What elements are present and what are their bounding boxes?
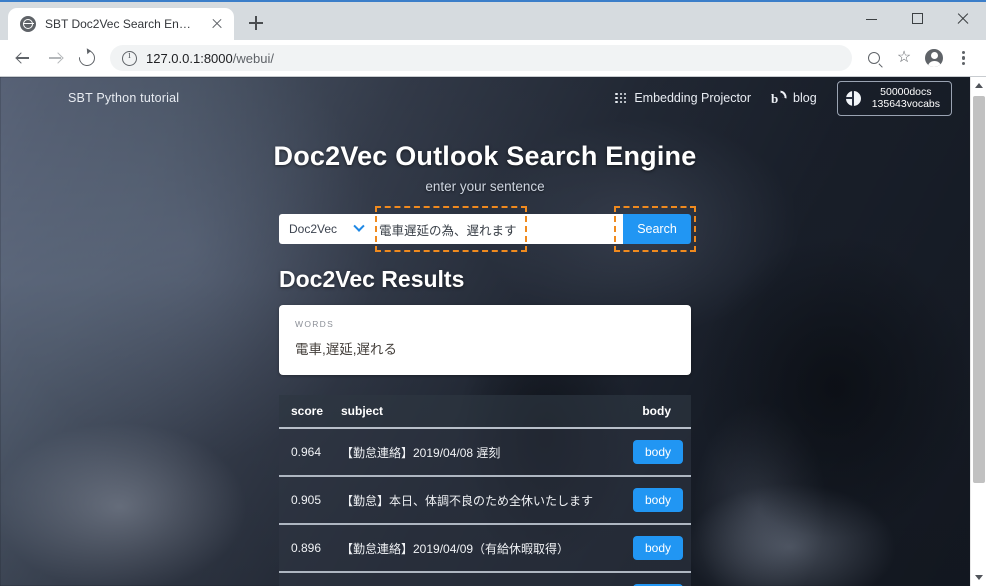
model-select[interactable]: Doc2Vec	[279, 214, 371, 244]
back-arrow-icon	[15, 50, 31, 66]
stats-vocabs: 135643vocabs	[871, 98, 940, 110]
site-navbar: SBT Python tutorial Embedding Projector …	[0, 77, 970, 119]
browser-titlebar: SBT Doc2Vec Search Engine	[0, 0, 986, 40]
cell-body: body	[607, 524, 691, 573]
subject-text: 【勤怠】本日、体調不良のため全休いたします	[341, 493, 594, 508]
page-content: SBT Python tutorial Embedding Projector …	[0, 77, 970, 586]
cell-body: body	[607, 572, 691, 586]
page-subtitle: enter your sentence	[425, 179, 545, 194]
search-bar: Doc2Vec Search	[279, 206, 696, 252]
table-row: 0.896 【勤怠連絡】2019/04/09（有給休暇取得） body	[279, 524, 691, 573]
tab-title: SBT Doc2Vec Search Engine	[45, 17, 195, 31]
search-icon[interactable]	[860, 44, 888, 72]
subject-text: 【勤怠連絡】2019/04/08 遅刻	[341, 445, 501, 460]
cell-subject: 【勤怠連絡】2019/04/09（有給休暇取得）	[331, 524, 607, 573]
back-button[interactable]	[8, 43, 38, 73]
dot-grid-icon	[615, 92, 627, 104]
browser-window: SBT Doc2Vec Search Engine 127.0.0.1:8000…	[0, 0, 986, 586]
page-title: Doc2Vec Outlook Search Engine	[273, 141, 697, 171]
column-header-body: body	[607, 395, 691, 429]
page-viewport: SBT Python tutorial Embedding Projector …	[0, 77, 986, 586]
subject-text: 【勤怠連絡】2019/04/09（有給休暇取得）	[341, 541, 570, 556]
search-section: Doc2Vec Search	[0, 206, 970, 252]
stats-docs: 50000docs	[880, 85, 932, 98]
nav-link-label: Embedding Projector	[634, 91, 752, 105]
kebab-menu-icon[interactable]	[950, 44, 978, 72]
results-table-head: score subject body	[279, 395, 691, 429]
search-button[interactable]: Search	[623, 214, 691, 244]
reload-button[interactable]	[72, 43, 102, 73]
corpus-stats-badge[interactable]: 50000docs 135643vocabs	[836, 80, 952, 116]
star-icon[interactable]: ☆	[890, 44, 918, 72]
address-bar[interactable]: 127.0.0.1:8000/webui/	[110, 45, 852, 71]
table-header-row: score subject body	[279, 395, 691, 429]
page-scrollbar[interactable]	[970, 77, 986, 586]
globe-icon	[20, 16, 36, 32]
cell-body: body	[607, 428, 691, 477]
cell-score: 0.896	[279, 524, 331, 573]
hero-section: Doc2Vec Outlook Search Engine enter your…	[0, 119, 970, 194]
words-card: WORDS 電車,遅延,遅れる	[279, 305, 691, 375]
results-section: Doc2Vec Results WORDS 電車,遅延,遅れる score su…	[279, 266, 691, 586]
info-icon[interactable]	[122, 50, 137, 66]
blog-b-icon: b	[771, 90, 788, 106]
forward-arrow-icon	[47, 50, 63, 66]
cell-subject: 【勤怠】本日、体調不良のため全休いたします	[331, 476, 607, 525]
address-bar-url: 127.0.0.1:8000/webui/	[146, 51, 274, 66]
browser-tab[interactable]: SBT Doc2Vec Search Engine	[8, 8, 234, 40]
forward-button[interactable]	[40, 43, 70, 73]
column-header-subject: subject	[331, 395, 607, 429]
avatar[interactable]	[920, 44, 948, 72]
table-row: 0.964 【勤怠連絡】2019/04/08 遅刻 body	[279, 428, 691, 477]
cell-subject: 【勤怠】2019/04/16早退	[331, 572, 607, 586]
browser-toolbar: 127.0.0.1:8000/webui/ ☆	[0, 40, 986, 77]
results-table: score subject body 0.964 【勤怠連絡】2019/04/08…	[279, 395, 691, 586]
model-select-value: Doc2Vec	[289, 222, 338, 236]
scrollbar-thumb[interactable]	[973, 96, 985, 483]
url-path: /webui/	[232, 50, 274, 66]
body-button[interactable]: body	[632, 536, 683, 560]
cell-subject: 【勤怠連絡】2019/04/08 遅刻	[331, 428, 607, 477]
table-row: 0.891【勤怠】2019/04/16早退body	[279, 572, 691, 586]
navbar-right: Embedding Projector b blog 50000docs 135…	[615, 80, 952, 116]
search-input[interactable]	[371, 214, 623, 244]
body-button[interactable]: body	[632, 440, 683, 464]
web-page: SBT Python tutorial Embedding Projector …	[0, 77, 970, 586]
new-tab-button[interactable]	[242, 9, 270, 37]
body-button[interactable]: body	[632, 488, 683, 512]
nav-link-embedding-projector[interactable]: Embedding Projector	[615, 91, 751, 105]
cell-body: body	[607, 476, 691, 525]
nav-link-blog[interactable]: b blog	[771, 90, 817, 106]
close-icon[interactable]	[940, 2, 986, 34]
results-heading: Doc2Vec Results	[279, 266, 465, 292]
site-brand[interactable]: SBT Python tutorial	[68, 91, 179, 105]
tab-strip: SBT Doc2Vec Search Engine	[0, 2, 270, 40]
words-card-value: 電車,遅延,遅れる	[295, 342, 398, 357]
minimize-icon[interactable]	[848, 2, 894, 34]
cell-score: 0.905	[279, 476, 331, 525]
brain-icon	[845, 90, 861, 106]
scroll-up-arrow-icon[interactable]	[971, 77, 986, 94]
words-card-label: WORDS	[295, 319, 335, 329]
url-host: 127.0.0.1:8000	[146, 50, 233, 66]
results-table-body: 0.964 【勤怠連絡】2019/04/08 遅刻 body 0.905 【勤怠】本日、…	[279, 428, 691, 586]
table-row: 0.905 【勤怠】本日、体調不良のため全休いたします body	[279, 476, 691, 525]
scroll-down-arrow-icon[interactable]	[971, 569, 986, 586]
chevron-down-icon	[353, 220, 365, 232]
window-controls	[848, 2, 986, 42]
nav-link-label: blog	[793, 91, 817, 105]
close-icon[interactable]	[208, 15, 226, 33]
maximize-icon[interactable]	[894, 2, 940, 34]
reload-icon	[75, 46, 99, 70]
column-header-score: score	[279, 395, 331, 429]
cell-score: 0.964	[279, 428, 331, 477]
cell-score: 0.891	[279, 572, 331, 586]
